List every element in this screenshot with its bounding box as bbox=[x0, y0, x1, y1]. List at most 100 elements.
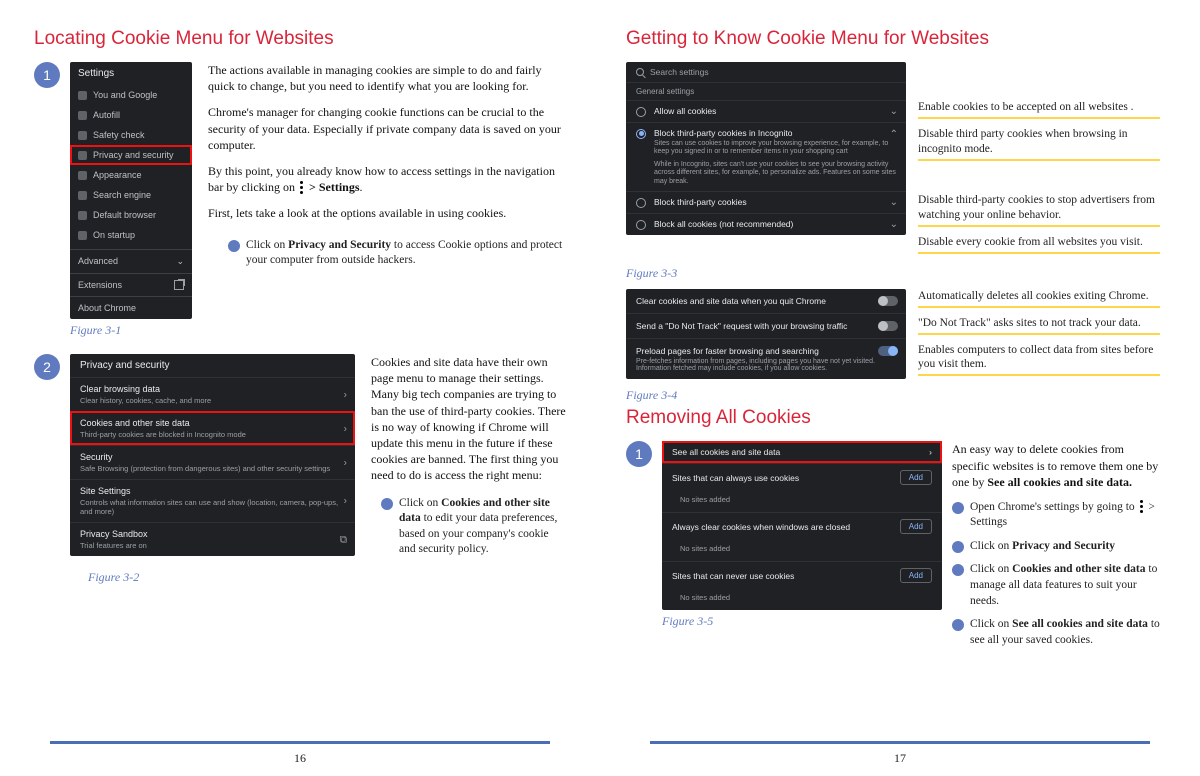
chevron-down-icon: ⌄ bbox=[890, 106, 898, 117]
page-divider bbox=[650, 741, 1150, 744]
step-badge-1: 1 bbox=[34, 62, 60, 88]
body-para: Chrome's manager for changing cookie fun… bbox=[208, 104, 566, 153]
bullet-icon bbox=[952, 502, 964, 514]
site-row: Sites that can never use cookiesAdd bbox=[662, 561, 942, 589]
annotation: Disable third party cookies when browsin… bbox=[918, 127, 1160, 161]
bullet-icon bbox=[952, 541, 964, 553]
page-divider bbox=[50, 741, 550, 744]
panel-header: Privacy and security bbox=[70, 354, 355, 377]
search-settings: Search settings bbox=[626, 62, 906, 82]
launch-icon: ⧉ bbox=[340, 534, 347, 545]
settings-option: Clear browsing dataClear history, cookie… bbox=[70, 377, 355, 411]
figure-caption: Figure 3-5 bbox=[662, 614, 942, 629]
browser-icon bbox=[78, 211, 87, 220]
bullet-icon bbox=[952, 619, 964, 631]
bullet-text: Click on Cookies and other site data to … bbox=[399, 496, 566, 558]
sidebar-item: You and Google bbox=[70, 85, 192, 105]
annotation: Disable every cookie from all websites y… bbox=[918, 235, 1160, 254]
page-left: Locating Cookie Menu for Websites 1 Sett… bbox=[0, 0, 600, 776]
page-number: 17 bbox=[894, 751, 906, 766]
chevron-right-icon: › bbox=[344, 423, 347, 434]
settings-header: Settings bbox=[70, 62, 192, 85]
bullet-text: Click on Privacy and Security to access … bbox=[246, 238, 566, 269]
annotation: "Do Not Track" asks sites to not track y… bbox=[918, 316, 1160, 335]
figure-caption: Figure 3-3 bbox=[626, 266, 1160, 281]
toggle-row: Preload pages for faster browsing and se… bbox=[626, 338, 906, 379]
power-icon bbox=[78, 231, 87, 240]
add-button: Add bbox=[900, 470, 932, 485]
settings-option: SecuritySafe Browsing (protection from d… bbox=[70, 445, 355, 479]
sidebar-item-privacy: Privacy and security bbox=[70, 145, 192, 165]
bullet-icon bbox=[228, 240, 240, 252]
settings-option-cookies: Cookies and other site dataThird-party c… bbox=[70, 411, 355, 445]
kebab-menu-icon bbox=[300, 181, 304, 195]
bullet-icon bbox=[952, 564, 964, 576]
sidebar-about: About Chrome bbox=[70, 296, 192, 319]
body-para: By this point, you already know how to a… bbox=[208, 163, 566, 195]
person-icon bbox=[78, 91, 87, 100]
paint-icon bbox=[78, 171, 87, 180]
general-settings-label: General settings bbox=[626, 82, 906, 100]
bullet-icon bbox=[381, 498, 393, 510]
toggle-off-icon bbox=[878, 296, 898, 306]
page-right: Getting to Know Cookie Menu for Websites… bbox=[600, 0, 1200, 776]
sidebar-advanced: Advanced⌄ bbox=[70, 249, 192, 273]
annotation: Automatically deletes all cookies exitin… bbox=[918, 289, 1160, 308]
no-sites: No sites added bbox=[662, 589, 942, 610]
sidebar-item: Autofill bbox=[70, 105, 192, 125]
figure-caption: Figure 3-4 bbox=[626, 388, 1160, 403]
see-all-cookies-row: See all cookies and site data› bbox=[662, 441, 942, 463]
body-para: First, lets take a look at the options a… bbox=[208, 205, 566, 221]
chevron-down-icon: ⌄ bbox=[176, 256, 184, 267]
radio-icon bbox=[636, 107, 646, 117]
settings-option: Site SettingsControls what information s… bbox=[70, 479, 355, 522]
intro-para: An easy way to delete cookies from speci… bbox=[952, 441, 1160, 490]
section-title-right-1: Getting to Know Cookie Menu for Websites bbox=[626, 28, 1160, 50]
figure-caption: Figure 3-2 bbox=[88, 570, 566, 585]
chevron-right-icon: › bbox=[344, 457, 347, 468]
chevron-down-icon: ⌄ bbox=[890, 197, 898, 208]
chevron-right-icon: › bbox=[344, 389, 347, 400]
safety-icon bbox=[78, 131, 87, 140]
launch-icon bbox=[174, 280, 184, 290]
sidebar-item: Safety check bbox=[70, 125, 192, 145]
radio-block-all: Block all cookies (not recommended)⌄ bbox=[626, 213, 906, 235]
annotation: Enables computers to collect data from s… bbox=[918, 343, 1160, 377]
radio-icon bbox=[636, 220, 646, 230]
search-icon bbox=[636, 68, 644, 76]
settings-option: Privacy SandboxTrial features are on⧉ bbox=[70, 522, 355, 556]
sidebar-item: Default browser bbox=[70, 205, 192, 225]
step-text: Open Chrome's settings by going to > Set… bbox=[970, 500, 1160, 531]
toggle-off-icon bbox=[878, 321, 898, 331]
radio-block-third: Block third-party cookies⌄ bbox=[626, 191, 906, 213]
screenshot-site-cookies: See all cookies and site data› Sites tha… bbox=[662, 441, 942, 610]
screenshot-cookie-general: Search settings General settings Allow a… bbox=[626, 62, 906, 235]
screenshot-settings-sidebar: Settings You and Google Autofill Safety … bbox=[70, 62, 192, 319]
page-number: 16 bbox=[294, 751, 306, 766]
annotation: Disable third-party cookies to stop adve… bbox=[918, 193, 1160, 227]
screenshot-privacy-security: Privacy and security Clear browsing data… bbox=[70, 354, 355, 556]
sidebar-item: Appearance bbox=[70, 165, 192, 185]
radio-icon bbox=[636, 198, 646, 208]
screenshot-cookie-toggles: Clear cookies and site data when you qui… bbox=[626, 289, 906, 379]
sidebar-extensions: Extensions bbox=[70, 273, 192, 296]
section-title-right-2: Removing All Cookies bbox=[626, 407, 1160, 429]
autofill-icon bbox=[78, 111, 87, 120]
kebab-menu-icon bbox=[1140, 500, 1144, 514]
radio-icon-selected bbox=[636, 129, 646, 139]
step-badge-1b: 1 bbox=[626, 441, 652, 467]
search-icon bbox=[78, 191, 87, 200]
shield-icon bbox=[78, 151, 87, 160]
toggle-row: Clear cookies and site data when you qui… bbox=[626, 289, 906, 313]
no-sites: No sites added bbox=[662, 540, 942, 561]
chevron-down-icon: ⌄ bbox=[890, 219, 898, 230]
radio-allow-all: Allow all cookies⌄ bbox=[626, 100, 906, 122]
sidebar-item: On startup bbox=[70, 225, 192, 245]
site-row: Sites that can always use cookiesAdd bbox=[662, 463, 942, 491]
body-para: The actions available in managing cookie… bbox=[208, 62, 566, 94]
section-title-left: Locating Cookie Menu for Websites bbox=[34, 28, 566, 50]
chevron-right-icon: › bbox=[929, 447, 932, 457]
no-sites: No sites added bbox=[662, 491, 942, 512]
site-row: Always clear cookies when windows are cl… bbox=[662, 512, 942, 540]
toggle-row: Send a "Do Not Track" request with your … bbox=[626, 313, 906, 338]
